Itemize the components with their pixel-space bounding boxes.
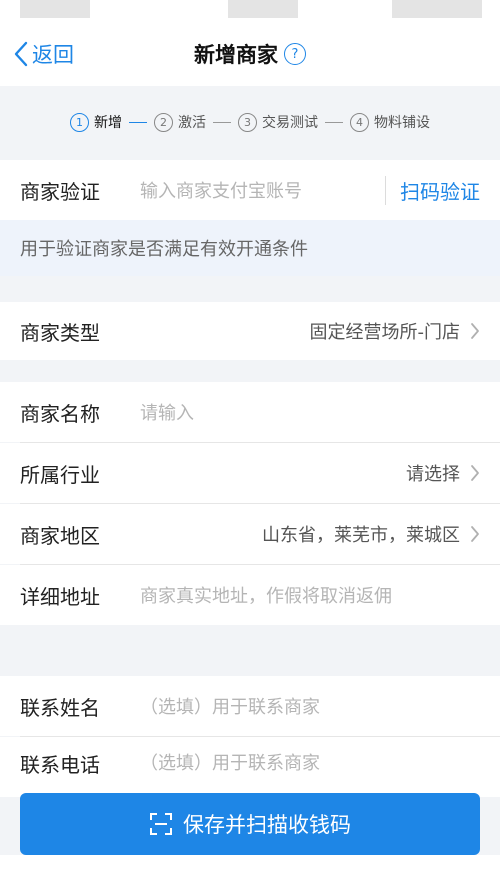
- address-label: 详细地址: [20, 584, 100, 609]
- blurred-status-right: [392, 0, 482, 18]
- step-connector: [129, 121, 147, 123]
- merchant-verify-row: 商家验证 输入商家支付宝账号 扫码验证: [0, 160, 500, 220]
- industry-row[interactable]: 所属行业 请选择: [0, 443, 500, 503]
- help-icon[interactable]: ?: [284, 43, 306, 65]
- step-materials: 4 物料铺设: [350, 112, 430, 132]
- verify-hint: 用于验证商家是否满足有效开通条件: [0, 220, 500, 276]
- contact-phone-row[interactable]: 联系电话 （选填）用于联系商家: [0, 737, 500, 797]
- page-title-text: 新增商家: [194, 43, 278, 67]
- save-and-scan-button[interactable]: 保存并扫描收钱码: [20, 793, 480, 855]
- region-value: 山东省，莱芜市，莱城区: [262, 525, 460, 546]
- contact-phone-input[interactable]: （选填）用于联系商家: [140, 749, 480, 775]
- progress-steps: 1 新增 2 激活 3 交易测试 4 物料铺设: [0, 86, 500, 158]
- industry-value: 请选择: [406, 464, 460, 485]
- scan-verify-link[interactable]: 扫码验证: [385, 175, 480, 205]
- contact-phone-label: 联系电话: [20, 753, 100, 777]
- step-number: 3: [238, 112, 257, 132]
- merchant-verify-label: 商家验证: [20, 179, 100, 204]
- contact-name-input[interactable]: （选填）用于联系商家: [140, 693, 480, 719]
- save-and-scan-label: 保存并扫描收钱码: [183, 813, 351, 837]
- status-bar: [0, 0, 500, 22]
- scan-frame-icon: [150, 813, 172, 835]
- merchant-type-label: 商家类型: [20, 320, 100, 345]
- address-row[interactable]: 详细地址 商家真实地址，作假将取消返佣: [0, 565, 500, 625]
- step-activate: 2 激活: [154, 112, 206, 132]
- address-input[interactable]: 商家真实地址，作假将取消返佣: [140, 582, 480, 608]
- region-row[interactable]: 商家地区 山东省，莱芜市，莱城区: [0, 504, 500, 564]
- step-label: 交易测试: [262, 115, 318, 131]
- step-number: 4: [350, 112, 369, 132]
- region-label: 商家地区: [20, 523, 100, 548]
- blurred-status-left: [20, 0, 90, 18]
- step-label: 新增: [94, 115, 122, 131]
- merchant-name-label: 商家名称: [20, 401, 100, 426]
- alipay-account-input[interactable]: 输入商家支付宝账号: [140, 177, 379, 203]
- contact-name-label: 联系姓名: [20, 695, 100, 720]
- chevron-right-icon: [471, 465, 479, 481]
- step-label: 激活: [178, 115, 206, 131]
- chevron-right-icon: [471, 526, 479, 542]
- bottom-area: [0, 855, 500, 887]
- merchant-name-row[interactable]: 商家名称 请输入: [0, 382, 500, 442]
- step-transaction-test: 3 交易测试: [238, 112, 318, 132]
- navigation-bar: 返回 新增商家 ?: [0, 22, 500, 86]
- merchant-name-input[interactable]: 请输入: [140, 399, 480, 425]
- step-connector: [213, 121, 231, 123]
- page-title: 新增商家 ?: [0, 22, 500, 86]
- chevron-right-icon: [471, 323, 479, 339]
- step-new: 1 新增: [70, 112, 122, 132]
- blurred-status-center: [228, 0, 298, 18]
- contact-name-row[interactable]: 联系姓名 （选填）用于联系商家: [0, 676, 500, 736]
- merchant-type-row[interactable]: 商家类型 固定经营场所-门店: [0, 302, 500, 360]
- step-number: 1: [70, 112, 89, 132]
- industry-label: 所属行业: [20, 462, 100, 487]
- step-number: 2: [154, 112, 173, 132]
- merchant-type-value: 固定经营场所-门店: [309, 322, 461, 343]
- step-label: 物料铺设: [374, 115, 430, 131]
- step-connector: [325, 121, 343, 123]
